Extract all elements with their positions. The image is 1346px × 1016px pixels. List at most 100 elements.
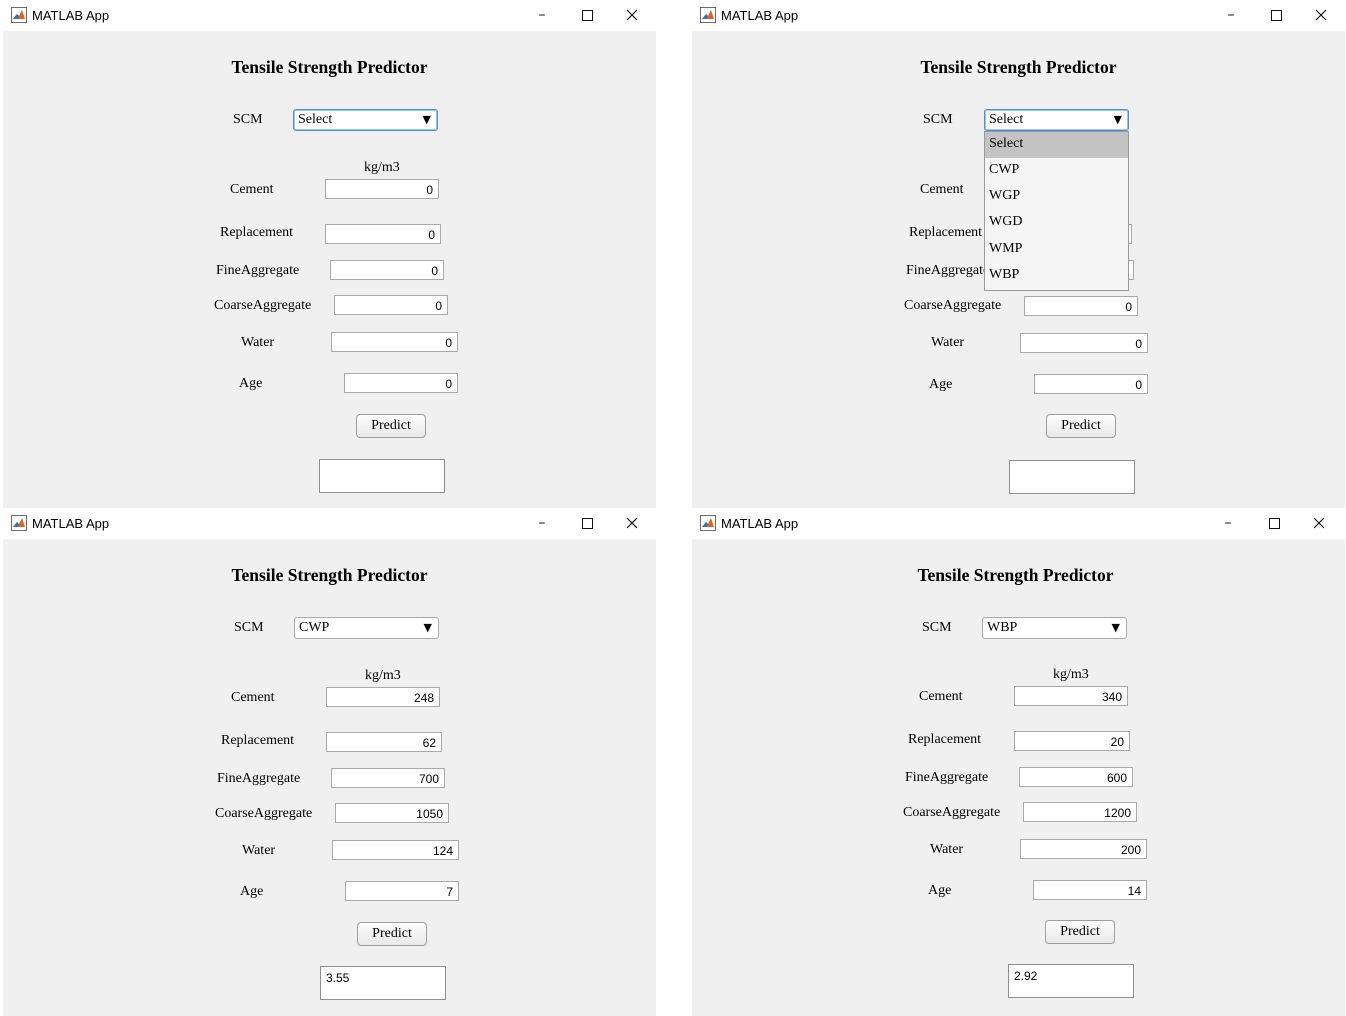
water-input[interactable]: 200 — [1020, 839, 1147, 859]
water-input[interactable]: 0 — [331, 332, 458, 352]
coarse-aggregate-label: CoarseAggregate — [215, 806, 313, 821]
app-window: MATLAB App – Tensile Strength Predictor … — [692, 508, 1345, 1016]
scm-selected-value: Select — [298, 112, 333, 127]
result-output: 2.92 — [1008, 964, 1134, 998]
dropdown-option-wgd[interactable]: WGD — [985, 210, 1128, 236]
replacement-input[interactable]: 0 — [325, 224, 441, 244]
age-label: Age — [928, 883, 952, 898]
age-input[interactable]: 7 — [345, 881, 459, 901]
title-bar[interactable]: MATLAB App – — [692, 0, 1345, 31]
scm-selected-value: Select — [989, 112, 1024, 127]
age-label: Age — [239, 376, 263, 391]
predict-button[interactable]: Predict — [356, 414, 426, 438]
title-bar[interactable]: MATLAB App – — [692, 508, 1345, 539]
unit-label: kg/m3 — [1053, 667, 1089, 682]
window-title: MATLAB App — [32, 8, 110, 23]
minimize-icon[interactable]: – — [1216, 3, 1246, 27]
predict-button[interactable]: Predict — [357, 922, 427, 946]
close-icon[interactable] — [1306, 3, 1336, 27]
app-content: Tensile Strength Predictor SCM Select ▼ … — [692, 31, 1345, 508]
app-content: Tensile Strength Predictor SCM CWP ▼ kg/… — [3, 539, 656, 1016]
scm-selected-value: CWP — [299, 620, 330, 635]
fine-aggregate-label: FineAggregate — [217, 771, 301, 786]
age-label: Age — [240, 884, 264, 899]
age-label: Age — [929, 377, 953, 392]
app-window: MATLAB App – Tensile Strength Predictor … — [3, 508, 656, 1016]
scm-label: SCM — [923, 112, 953, 127]
dropdown-option-wmp[interactable]: WMP — [985, 237, 1128, 263]
water-input[interactable]: 0 — [1020, 333, 1148, 353]
unit-label: kg/m3 — [365, 668, 401, 683]
fine-aggregate-input[interactable]: 0 — [330, 260, 444, 280]
minimize-icon[interactable]: – — [527, 511, 557, 535]
result-output: 3.55 — [320, 966, 446, 1000]
cement-input[interactable]: 340 — [1014, 686, 1128, 706]
chevron-down-icon: ▼ — [423, 621, 432, 634]
chevron-down-icon: ▼ — [1111, 621, 1120, 634]
coarse-aggregate-input[interactable]: 0 — [334, 295, 448, 315]
scm-selected-value: WBP — [987, 620, 1018, 635]
coarse-aggregate-label: CoarseAggregate — [904, 298, 1002, 313]
matlab-logo-icon — [700, 7, 716, 23]
replacement-label: Replacement — [909, 225, 983, 240]
age-input[interactable]: 0 — [1034, 374, 1148, 394]
cement-input[interactable]: 0 — [325, 179, 439, 199]
maximize-icon[interactable] — [1259, 511, 1289, 535]
close-icon[interactable] — [617, 511, 647, 535]
minimize-icon[interactable]: – — [527, 3, 557, 27]
page-title: Tensile Strength Predictor — [231, 565, 428, 585]
page-title: Tensile Strength Predictor — [917, 565, 1114, 585]
scm-label: SCM — [234, 620, 264, 635]
maximize-icon[interactable] — [572, 3, 602, 27]
dropdown-option-wbp[interactable]: WBP — [985, 263, 1128, 289]
replacement-label: Replacement — [908, 732, 982, 747]
replacement-input[interactable]: 62 — [326, 732, 442, 752]
matlab-logo-icon — [700, 515, 716, 531]
title-bar[interactable]: MATLAB App – — [3, 508, 656, 539]
window-title: MATLAB App — [721, 516, 799, 531]
matlab-logo-icon — [11, 7, 27, 23]
minimize-icon[interactable]: – — [1213, 511, 1243, 535]
coarse-aggregate-input[interactable]: 1200 — [1023, 802, 1137, 822]
replacement-label: Replacement — [220, 225, 294, 240]
cement-input[interactable]: 248 — [326, 687, 440, 707]
replacement-input[interactable]: 20 — [1014, 731, 1130, 751]
coarse-aggregate-input[interactable]: 0 — [1024, 296, 1138, 316]
water-label: Water — [242, 843, 276, 858]
water-input[interactable]: 124 — [332, 840, 459, 860]
cement-label: Cement — [231, 690, 275, 705]
close-icon[interactable] — [617, 3, 647, 27]
scm-dropdown[interactable]: Select ▼ — [984, 109, 1129, 131]
dropdown-option-wgp[interactable]: WGP — [985, 184, 1128, 210]
age-input[interactable]: 14 — [1033, 880, 1147, 900]
unit-label: kg/m3 — [364, 160, 400, 175]
app-content: Tensile Strength Predictor SCM WBP ▼ kg/… — [692, 539, 1345, 1016]
dropdown-option-select[interactable]: Select — [985, 132, 1128, 158]
water-label: Water — [241, 335, 275, 350]
scm-dropdown[interactable]: WBP ▼ — [982, 617, 1127, 639]
predict-button[interactable]: Predict — [1046, 414, 1116, 438]
coarse-aggregate-label: CoarseAggregate — [903, 805, 1001, 820]
fine-aggregate-input[interactable]: 700 — [331, 768, 445, 788]
fine-aggregate-label: FineAggregate — [216, 263, 300, 278]
water-label: Water — [930, 842, 964, 857]
title-bar[interactable]: MATLAB App – — [3, 0, 656, 31]
cement-label: Cement — [919, 689, 963, 704]
maximize-icon[interactable] — [572, 511, 602, 535]
replacement-label: Replacement — [221, 733, 295, 748]
scm-dropdown[interactable]: Select ▼ — [293, 109, 438, 131]
scm-dropdown[interactable]: CWP ▼ — [294, 617, 439, 639]
fine-aggregate-input[interactable]: 600 — [1019, 767, 1133, 787]
chevron-down-icon: ▼ — [1113, 113, 1122, 126]
water-label: Water — [931, 335, 965, 350]
page-title: Tensile Strength Predictor — [920, 57, 1117, 77]
close-icon[interactable] — [1304, 511, 1334, 535]
age-input[interactable]: 0 — [344, 373, 458, 393]
dropdown-option-cwp[interactable]: CWP — [985, 158, 1128, 184]
predict-button[interactable]: Predict — [1045, 920, 1115, 944]
coarse-aggregate-input[interactable]: 1050 — [335, 803, 449, 823]
cement-label: Cement — [920, 182, 964, 197]
maximize-icon[interactable] — [1261, 3, 1291, 27]
scm-label: SCM — [233, 112, 263, 127]
window-title: MATLAB App — [721, 8, 799, 23]
